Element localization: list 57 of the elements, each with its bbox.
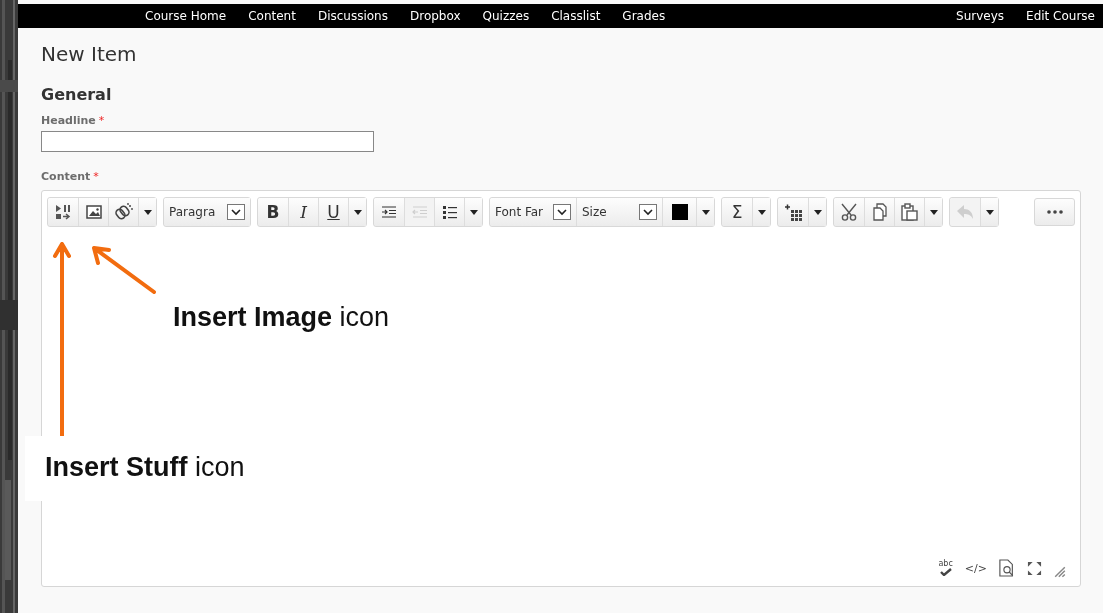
- callout-arrow: [92, 246, 156, 294]
- bullet-list-icon: [441, 204, 458, 220]
- nav-link[interactable]: Course Home: [145, 9, 227, 23]
- indent-icon: [381, 204, 397, 220]
- nav-link[interactable]: Discussions: [317, 9, 388, 23]
- preview-button[interactable]: [999, 559, 1015, 577]
- page-title: New Item: [41, 41, 138, 67]
- link-icon: [114, 203, 133, 221]
- outdent-icon: [411, 204, 428, 220]
- dropdown-button[interactable]: [696, 198, 714, 226]
- dropdown-button[interactable]: [464, 198, 482, 226]
- required-mark: *: [93, 170, 99, 183]
- nav-link[interactable]: Dropbox: [409, 9, 461, 23]
- fullscreen-button[interactable]: [1027, 560, 1042, 576]
- more-button[interactable]: [1034, 198, 1075, 226]
- dropdown-button[interactable]: [980, 198, 998, 226]
- nav-link[interactable]: Surveys: [956, 9, 1005, 23]
- caret-icon: [701, 209, 710, 215]
- caret-icon: [929, 209, 938, 215]
- caret-icon: [353, 209, 362, 215]
- caret-icon: [985, 209, 994, 215]
- chevron-icon: [639, 204, 657, 220]
- clipboard-icon: [900, 203, 919, 221]
- nav-link[interactable]: Edit Course: [1026, 9, 1095, 23]
- chevron-icon: [227, 204, 245, 220]
- dropdown-button[interactable]: [924, 198, 942, 226]
- undo-icon: [956, 204, 974, 220]
- caret-icon: [469, 209, 478, 215]
- nav-link[interactable]: Quizzes: [482, 9, 530, 23]
- headline-field[interactable]: [41, 131, 374, 152]
- table-icon: [784, 203, 802, 221]
- caret-icon: [757, 209, 766, 215]
- required-mark: *: [98, 114, 105, 127]
- chevron-icon: [553, 204, 571, 220]
- dropdown-button[interactable]: [348, 198, 366, 226]
- dropdown-button[interactable]: [138, 198, 156, 226]
- section-title: General: [41, 85, 113, 105]
- callout-label: Insert Stuff icon: [45, 452, 245, 482]
- dropdown-button[interactable]: [752, 198, 770, 226]
- caret-icon: [143, 209, 152, 215]
- caret-icon: [813, 209, 822, 215]
- nav-link[interactable]: Grades: [622, 9, 666, 23]
- nav-link[interactable]: Content: [248, 9, 296, 23]
- spellcheck-button[interactable]: abc: [938, 560, 953, 576]
- field-label: Headline: [41, 114, 96, 127]
- media-icon: [55, 204, 71, 220]
- nav-link[interactable]: Classlist: [551, 9, 601, 23]
- source-code-button[interactable]: </>: [964, 561, 987, 575]
- resize-grip-icon[interactable]: [1054, 566, 1066, 578]
- scissors-icon: [840, 203, 858, 221]
- format-dropdown[interactable]: Paragra: [164, 198, 250, 226]
- callout-label: Insert Image icon: [173, 302, 390, 333]
- copy-icon: [871, 203, 888, 221]
- dropdown-button[interactable]: [808, 198, 826, 226]
- field-label: Content: [41, 170, 91, 183]
- more-icon: [1046, 210, 1063, 214]
- image-icon: [85, 204, 102, 220]
